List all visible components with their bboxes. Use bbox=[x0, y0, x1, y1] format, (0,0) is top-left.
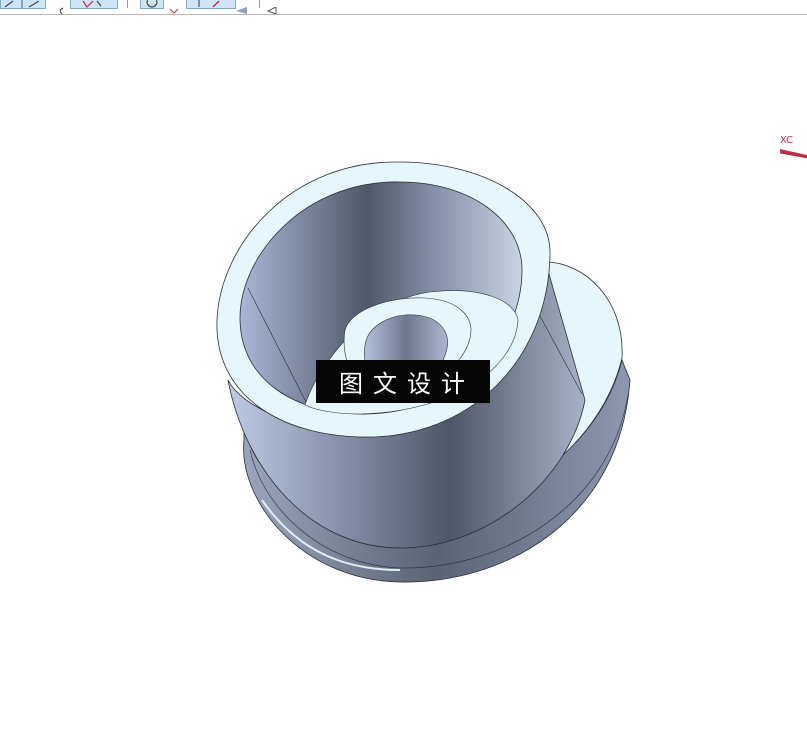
arrow-icon[interactable] bbox=[234, 0, 248, 14]
x-axis-arrow-icon bbox=[779, 149, 807, 159]
watermark-text: 图文设计 bbox=[339, 370, 475, 398]
watermark-banner: 图文设计 bbox=[316, 360, 490, 403]
arc-icon[interactable] bbox=[22, 0, 46, 9]
circle-icon[interactable] bbox=[140, 0, 164, 9]
solid-view-icon[interactable] bbox=[168, 0, 180, 14]
point-icon[interactable] bbox=[186, 0, 236, 9]
toolbar-separator bbox=[259, 0, 260, 8]
graphics-viewport[interactable]: XC 图文设计 bbox=[0, 15, 807, 733]
curve-icon[interactable] bbox=[56, 0, 66, 14]
line-icon[interactable] bbox=[0, 0, 22, 9]
toolbar-separator bbox=[127, 0, 128, 8]
constraint-icon[interactable] bbox=[70, 0, 118, 9]
toolbar bbox=[0, 0, 807, 15]
triangle-icon[interactable] bbox=[266, 0, 278, 14]
wcs-triad: XC bbox=[776, 135, 807, 159]
